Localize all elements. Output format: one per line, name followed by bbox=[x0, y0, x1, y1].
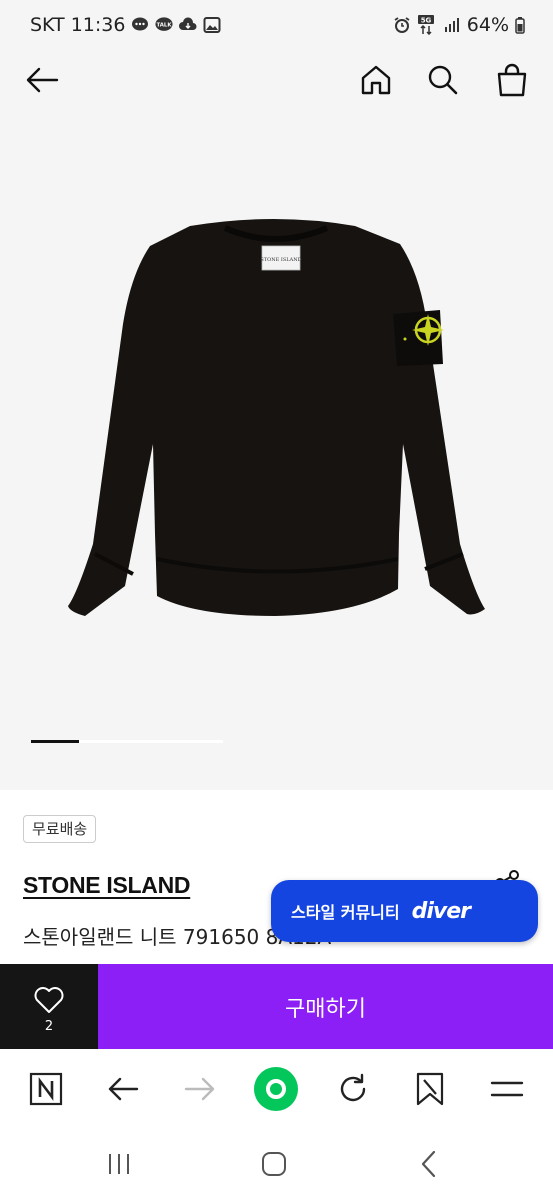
back-arrow-icon bbox=[108, 1077, 139, 1101]
system-back-button[interactable] bbox=[409, 1144, 449, 1184]
back-arrow-icon bbox=[26, 67, 59, 93]
recents-button[interactable] bbox=[99, 1144, 139, 1184]
back-icon bbox=[421, 1150, 436, 1178]
product-image[interactable]: STONE ISLAND bbox=[55, 214, 495, 634]
wish-count: 2 bbox=[44, 1019, 54, 1034]
reload-icon bbox=[340, 1073, 366, 1102]
brand-link[interactable]: STONE ISLAND bbox=[23, 872, 191, 899]
naver-n-icon bbox=[29, 1072, 63, 1106]
svg-text:5G: 5G bbox=[420, 17, 431, 25]
status-bar: SKT 11:36 TALK 5G 64% bbox=[0, 0, 553, 54]
buy-button-label: 구매하기 bbox=[285, 996, 366, 1022]
home-icon bbox=[361, 65, 391, 95]
signal-icon bbox=[443, 16, 461, 34]
heart-icon bbox=[34, 987, 64, 1013]
forward-arrow-icon bbox=[184, 1077, 215, 1101]
app-bar bbox=[0, 54, 553, 104]
home-icon bbox=[262, 1152, 286, 1176]
gallery-indicator-active bbox=[31, 740, 79, 743]
svg-text:STONE ISLAND: STONE ISLAND bbox=[260, 257, 301, 263]
home-button[interactable] bbox=[354, 58, 398, 102]
free-shipping-badge: 무료배송 bbox=[23, 815, 97, 843]
system-navigation bbox=[0, 1129, 553, 1200]
naver-button[interactable] bbox=[21, 1064, 71, 1114]
cart-button[interactable] bbox=[490, 58, 534, 102]
talk-icon: TALK bbox=[155, 16, 174, 34]
bookmark-button[interactable] bbox=[405, 1064, 455, 1114]
gallery-indicator bbox=[31, 740, 223, 743]
search-icon bbox=[428, 65, 458, 95]
battery-percent: 64% bbox=[466, 14, 509, 36]
recents-icon bbox=[109, 1154, 129, 1174]
alarm-icon bbox=[393, 16, 411, 34]
shopping-bag-icon bbox=[497, 63, 527, 97]
browser-back-button[interactable] bbox=[98, 1064, 148, 1114]
green-home-icon bbox=[254, 1067, 298, 1111]
wish-button[interactable]: 2 bbox=[0, 964, 98, 1049]
network-arrows-icon: 5G bbox=[417, 15, 437, 35]
chat-bubble-icon bbox=[131, 16, 149, 34]
product-gallery[interactable]: STONE ISLAND bbox=[0, 104, 553, 790]
browser-toolbar bbox=[0, 1049, 553, 1129]
buy-button[interactable]: 구매하기 bbox=[98, 964, 553, 1049]
back-button[interactable] bbox=[20, 58, 64, 102]
svg-text:TALK: TALK bbox=[157, 22, 173, 28]
carrier-time: SKT 11:36 bbox=[30, 14, 126, 36]
battery-icon bbox=[515, 16, 525, 34]
diver-community-banner[interactable]: 스타일 커뮤니티 diver bbox=[271, 880, 538, 942]
reload-button[interactable] bbox=[328, 1064, 378, 1114]
menu-button[interactable] bbox=[482, 1064, 532, 1114]
search-button[interactable] bbox=[421, 58, 465, 102]
browser-forward-button[interactable] bbox=[175, 1064, 225, 1114]
gallery-icon bbox=[203, 16, 221, 34]
menu-icon bbox=[490, 1081, 524, 1097]
system-home-button[interactable] bbox=[254, 1144, 294, 1184]
naver-green-button[interactable] bbox=[251, 1064, 301, 1114]
diver-logo: diver bbox=[411, 898, 471, 924]
cloud-download-icon bbox=[179, 16, 197, 34]
bookmark-icon bbox=[416, 1072, 444, 1106]
diver-banner-text: 스타일 커뮤니티 bbox=[291, 903, 400, 922]
